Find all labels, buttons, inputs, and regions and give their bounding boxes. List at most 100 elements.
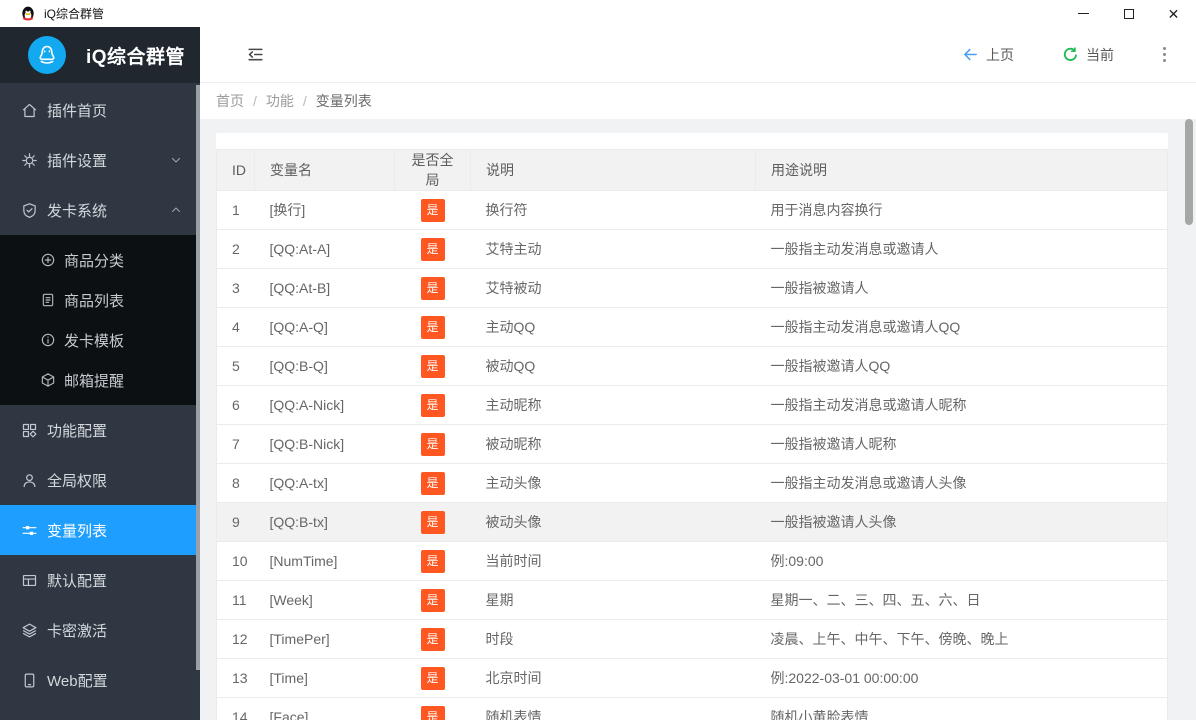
col-header-variable-name: 变量名: [255, 150, 395, 191]
cell-usage: 一般指主动发消息或邀请人: [756, 230, 1168, 269]
window-title: iQ综合群管: [44, 5, 104, 22]
cell-usage: 例:09:00: [756, 542, 1168, 581]
sidebar-item-label: 默认配置: [47, 570, 182, 591]
cell-is-global: 是: [395, 425, 471, 464]
table-row: 8[QQ:A-tx]是主动头像一般指主动发消息或邀请人头像: [217, 464, 1168, 503]
table-row: 11[Week]是星期星期一、二、三、四、五、六、日: [217, 581, 1168, 620]
sidebar-item-default-config[interactable]: 默认配置: [0, 555, 200, 605]
refresh-current-button[interactable]: 当前: [1062, 45, 1114, 65]
cell-variable-name: [QQ:A-Nick]: [255, 386, 395, 425]
global-yes-badge: 是: [421, 316, 445, 339]
cell-variable-name: [Time]: [255, 659, 395, 698]
layers-icon: [21, 622, 38, 639]
table-row: 5[QQ:B-Q]是被动QQ一般指被邀请人QQ: [217, 347, 1168, 386]
maximize-button[interactable]: [1106, 0, 1151, 27]
global-yes-badge: 是: [421, 394, 445, 417]
sliders-icon: [21, 522, 38, 539]
breadcrumb-home[interactable]: 首页: [216, 91, 244, 111]
cell-description: 时段: [471, 620, 756, 659]
logo-text: iQ综合群管: [86, 42, 185, 69]
sidebar-item-variable-list[interactable]: 变量列表: [0, 505, 200, 555]
chevron-up-icon: [170, 204, 182, 216]
cell-id: 13: [217, 659, 255, 698]
cell-is-global: 是: [395, 308, 471, 347]
cell-variable-name: [QQ:At-A]: [255, 230, 395, 269]
prev-page-button[interactable]: 上页: [962, 45, 1014, 65]
grid-icon: [21, 422, 38, 439]
sidebar-subitem-product-list[interactable]: 商品列表: [0, 280, 200, 320]
content-scrollbar-thumb[interactable]: [1185, 119, 1193, 225]
sidebar-subitem-mail-reminder[interactable]: 邮箱提醒: [0, 360, 200, 400]
global-yes-badge: 是: [421, 472, 445, 495]
cell-is-global: 是: [395, 542, 471, 581]
table-row: 7[QQ:B-Nick]是被动昵称一般指被邀请人昵称: [217, 425, 1168, 464]
sidebar-menu: 插件首页 插件设置 发卡系统: [0, 83, 200, 720]
cell-usage: 一般指被邀请人头像: [756, 503, 1168, 542]
cell-description: 主动昵称: [471, 386, 756, 425]
global-yes-badge: 是: [421, 199, 445, 222]
sidebar-item-card-key-activation[interactable]: 卡密激活: [0, 605, 200, 655]
col-header-description: 说明: [471, 150, 756, 191]
cell-description: 星期: [471, 581, 756, 620]
sidebar-item-label: 全局权限: [47, 470, 182, 491]
cell-is-global: 是: [395, 659, 471, 698]
cell-is-global: 是: [395, 191, 471, 230]
cell-id: 10: [217, 542, 255, 581]
sidebar-item-label: Web配置: [47, 670, 182, 691]
breadcrumb-section[interactable]: 功能: [266, 91, 294, 111]
cell-variable-name: [QQ:B-tx]: [255, 503, 395, 542]
cell-description: 当前时间: [471, 542, 756, 581]
table-card: ID 变量名 是否全局 说明 用途说明 1[换行]是换行符用于消息内容换行2[Q…: [216, 133, 1168, 720]
cell-description: 艾特主动: [471, 230, 756, 269]
cell-variable-name: [QQ:B-Q]: [255, 347, 395, 386]
cell-id: 11: [217, 581, 255, 620]
cell-id: 7: [217, 425, 255, 464]
cell-description: 主动QQ: [471, 308, 756, 347]
sidebar-item-function-config[interactable]: 功能配置: [0, 405, 200, 455]
cell-description: 换行符: [471, 191, 756, 230]
more-menu-icon[interactable]: [1154, 43, 1174, 67]
cell-usage: 一般指被邀请人昵称: [756, 425, 1168, 464]
global-yes-badge: 是: [421, 628, 445, 651]
cell-id: 6: [217, 386, 255, 425]
sidebar-item-plugin-settings[interactable]: 插件设置: [0, 135, 200, 185]
sidebar-subitem-card-template[interactable]: 发卡模板: [0, 320, 200, 360]
col-header-id: ID: [217, 150, 255, 191]
chevron-down-icon: [170, 154, 182, 166]
col-header-usage: 用途说明: [756, 150, 1168, 191]
table-row: 2[QQ:At-A]是艾特主动一般指主动发消息或邀请人: [217, 230, 1168, 269]
global-yes-badge: 是: [421, 706, 445, 720]
table-row: 4[QQ:A-Q]是主动QQ一般指主动发消息或邀请人QQ: [217, 308, 1168, 347]
sidebar-item-label: 插件首页: [47, 100, 182, 121]
cell-description: 北京时间: [471, 659, 756, 698]
refresh-icon: [1062, 46, 1079, 63]
cell-is-global: 是: [395, 464, 471, 503]
cell-usage: 随机小黄脸表情: [756, 698, 1168, 720]
sidebar-collapse-icon[interactable]: [244, 44, 266, 66]
cell-id: 14: [217, 698, 255, 720]
cell-description: 随机表情: [471, 698, 756, 720]
layout-icon: [21, 572, 38, 589]
global-yes-badge: 是: [421, 355, 445, 378]
cell-variable-name: [QQ:A-tx]: [255, 464, 395, 503]
sidebar-item-global-permission[interactable]: 全局权限: [0, 455, 200, 505]
cell-is-global: 是: [395, 503, 471, 542]
sidebar-subitem-product-category[interactable]: 商品分类: [0, 240, 200, 280]
minimize-button[interactable]: [1061, 0, 1106, 27]
sidebar-item-web-config[interactable]: Web配置: [0, 655, 200, 705]
cell-variable-name: [NumTime]: [255, 542, 395, 581]
cell-is-global: 是: [395, 581, 471, 620]
table-row: 9[QQ:B-tx]是被动头像一般指被邀请人头像: [217, 503, 1168, 542]
sidebar-item-label: 变量列表: [47, 520, 182, 541]
close-button[interactable]: ✕: [1151, 0, 1196, 27]
cell-variable-name: [TimePer]: [255, 620, 395, 659]
logo-penguin-icon: [28, 36, 66, 74]
sidebar-item-card-system[interactable]: 发卡系统: [0, 185, 200, 235]
global-yes-badge: 是: [421, 433, 445, 456]
cell-description: 被动头像: [471, 503, 756, 542]
sidebar: iQ综合群管 插件首页 插件设置: [0, 27, 200, 720]
sidebar-item-plugin-home[interactable]: 插件首页: [0, 85, 200, 135]
prev-page-label: 上页: [986, 45, 1014, 65]
cell-is-global: 是: [395, 347, 471, 386]
window-titlebar: iQ综合群管 ✕: [0, 0, 1196, 27]
